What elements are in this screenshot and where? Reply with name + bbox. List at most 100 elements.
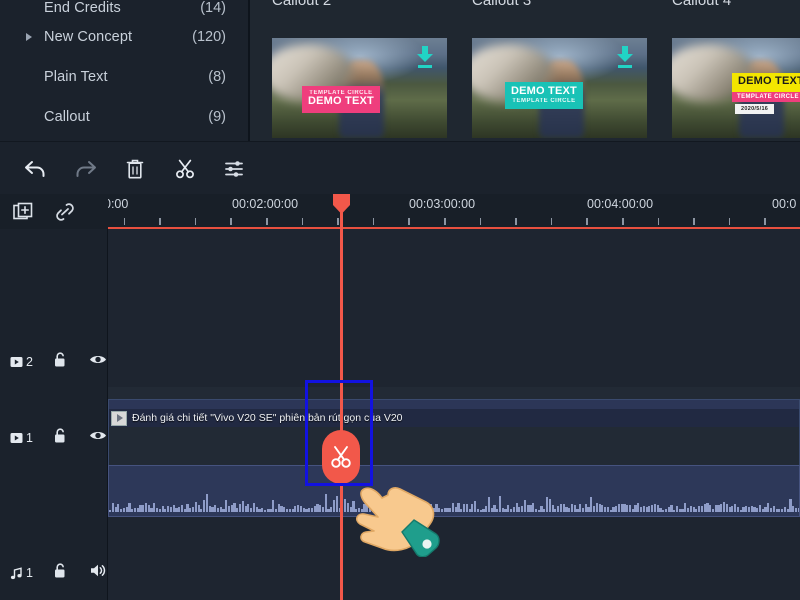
library-category-list[interactable]: End Credits (14) New Concept (120) Plain…	[0, 0, 248, 141]
ruler-tick-minor	[124, 218, 126, 225]
ruler-tick-minor	[159, 218, 161, 225]
ruler-tick-minor	[444, 218, 446, 225]
badge-subtitle: TEMPLATE CIRCLE	[308, 90, 374, 96]
timeline-tool-icons	[0, 194, 108, 229]
ruler-tick-minor	[658, 218, 660, 225]
ruler-tick-minor	[515, 218, 517, 225]
clip-title-row: Đánh giá chi tiết "Vivo V20 SE" phiên bả…	[109, 409, 799, 427]
ruler-tick-minor	[230, 218, 232, 225]
library-item-plain-text[interactable]: Plain Text (8)	[0, 57, 248, 97]
video-icon	[10, 432, 23, 444]
ruler-tick-minor	[764, 218, 766, 225]
ruler-tick-minor	[586, 218, 588, 225]
unlock-icon	[53, 562, 68, 579]
template-preview-image[interactable]: TEMPLATE CIRCLE DEMO TEXT	[272, 38, 447, 138]
unlock-icon	[53, 351, 68, 368]
template-card-callout-3[interactable]: Callout 3 DEMO TEXT TEMPLATE CIRCLE	[450, 0, 650, 141]
redo-icon	[73, 158, 97, 180]
library-item-count: (120)	[192, 29, 226, 45]
chevron-right-icon	[24, 70, 38, 84]
download-icon[interactable]	[417, 46, 433, 68]
badge-subtitle: TEMPLATE CIRCLE	[511, 98, 577, 104]
audio-waveform	[109, 486, 799, 512]
video-editor-window: End Credits (14) New Concept (120) Plain…	[0, 0, 800, 600]
ruler-label: 00:03:00:00	[409, 197, 475, 211]
video-icon	[10, 356, 23, 368]
link-toggle-button[interactable]	[54, 202, 76, 222]
library-item-label: End Credits	[44, 0, 121, 16]
audio-track-1-lock-button[interactable]	[53, 562, 68, 584]
video-track-2-label: 2	[10, 355, 33, 369]
chevron-right-icon	[24, 110, 38, 124]
library-item-count: (14)	[200, 0, 226, 16]
waveform-bar	[798, 508, 800, 512]
delete-button[interactable]	[120, 154, 150, 184]
badge-title: DEMO TEXT	[308, 96, 374, 108]
undo-button[interactable]	[21, 154, 51, 184]
template-title: Callout 3	[472, 0, 531, 9]
split-button[interactable]	[170, 154, 200, 184]
ruler-tick-minor	[729, 218, 731, 225]
trash-icon	[125, 158, 145, 180]
template-demo-badge: DEMO TEXT	[732, 73, 800, 92]
video-track-1-label: 1	[10, 431, 33, 445]
add-media-button[interactable]	[13, 202, 35, 222]
scissors-icon	[174, 158, 196, 180]
video-track-1-visibility-button[interactable]	[89, 429, 107, 447]
template-card-callout-2[interactable]: Callout 2 TEMPLATE CIRCLE DEMO TEXT	[250, 0, 450, 141]
ruler-tick-minor	[408, 218, 410, 225]
audio-track-1-mute-button[interactable]	[89, 563, 108, 583]
library-item-new-concept[interactable]: New Concept (120)	[0, 17, 248, 57]
undo-icon	[24, 158, 48, 180]
timeline-ruler[interactable]: 0:00 00:02:00:00 00:03:00:00 00:04:00:00…	[108, 194, 800, 229]
ruler-label: 00:04:00:00	[587, 197, 653, 211]
audio-track-1-body[interactable]	[108, 492, 800, 600]
ruler-tick-minor	[302, 218, 304, 225]
ruler-tick-minor	[266, 218, 268, 225]
ruler-tick-minor	[480, 218, 482, 225]
template-preview-image[interactable]: DEMO TEXT TEMPLATE CIRCLE	[472, 38, 647, 138]
template-preview-image[interactable]: DEMO TEXT TEMPLATE CIRCLE 2020/5/16	[672, 38, 800, 138]
music-note-icon	[10, 567, 23, 580]
add-media-icon	[13, 202, 35, 222]
eye-icon	[89, 429, 107, 442]
ruler-tick-minor	[195, 218, 197, 225]
timeline-panel: 0:00 00:02:00:00 00:03:00:00 00:04:00:00…	[0, 194, 800, 600]
download-icon[interactable]	[617, 46, 633, 68]
ruler-tick-minor	[551, 218, 553, 225]
template-title: Callout 2	[272, 0, 331, 9]
redo-button[interactable]	[70, 154, 100, 184]
sliders-icon	[224, 159, 246, 179]
library-item-count: (9)	[208, 109, 226, 125]
video-track-2-body[interactable]	[108, 229, 800, 387]
video-clip[interactable]: Đánh giá chi tiết "Vivo V20 SE" phiên bả…	[108, 399, 800, 467]
ruler-label: 00:0	[772, 197, 796, 211]
library-item-label: New Concept	[44, 29, 132, 45]
unlock-icon	[53, 427, 68, 444]
video-track-1-lock-button[interactable]	[53, 427, 68, 449]
badge-title: DEMO TEXT	[738, 76, 800, 88]
hand-pointer-cursor	[352, 462, 442, 557]
chevron-right-icon	[24, 30, 38, 44]
video-track-2-header: 2	[0, 229, 108, 387]
speaker-icon	[89, 563, 108, 578]
library-item-callout[interactable]: Callout (9)	[0, 97, 248, 137]
ruler-tick-minor	[373, 218, 375, 225]
library-item-label: Plain Text	[44, 69, 108, 85]
template-thumbnail-grid: Callout 2 TEMPLATE CIRCLE DEMO TEXT Call…	[250, 0, 800, 141]
video-track-2-lock-button[interactable]	[53, 351, 68, 373]
badge-subtitle: TEMPLATE CIRCLE	[732, 92, 800, 102]
ruler-tick-minor	[337, 218, 339, 225]
media-library-panel: End Credits (14) New Concept (120) Plain…	[0, 0, 800, 141]
eye-icon	[89, 353, 107, 366]
badge-title: DEMO TEXT	[511, 86, 577, 98]
template-title: Callout 4	[672, 0, 731, 9]
ruler-tick-minor	[693, 218, 695, 225]
settings-button[interactable]	[220, 154, 250, 184]
template-card-callout-4[interactable]: Callout 4 DEMO TEXT TEMPLATE CIRCLE 2020…	[650, 0, 800, 141]
video-track-2-visibility-button[interactable]	[89, 353, 107, 371]
audio-clip[interactable]	[108, 465, 800, 517]
link-icon	[54, 202, 76, 222]
video-track-1-header: 1	[0, 387, 108, 492]
template-demo-badge: DEMO TEXT TEMPLATE CIRCLE	[505, 82, 583, 109]
